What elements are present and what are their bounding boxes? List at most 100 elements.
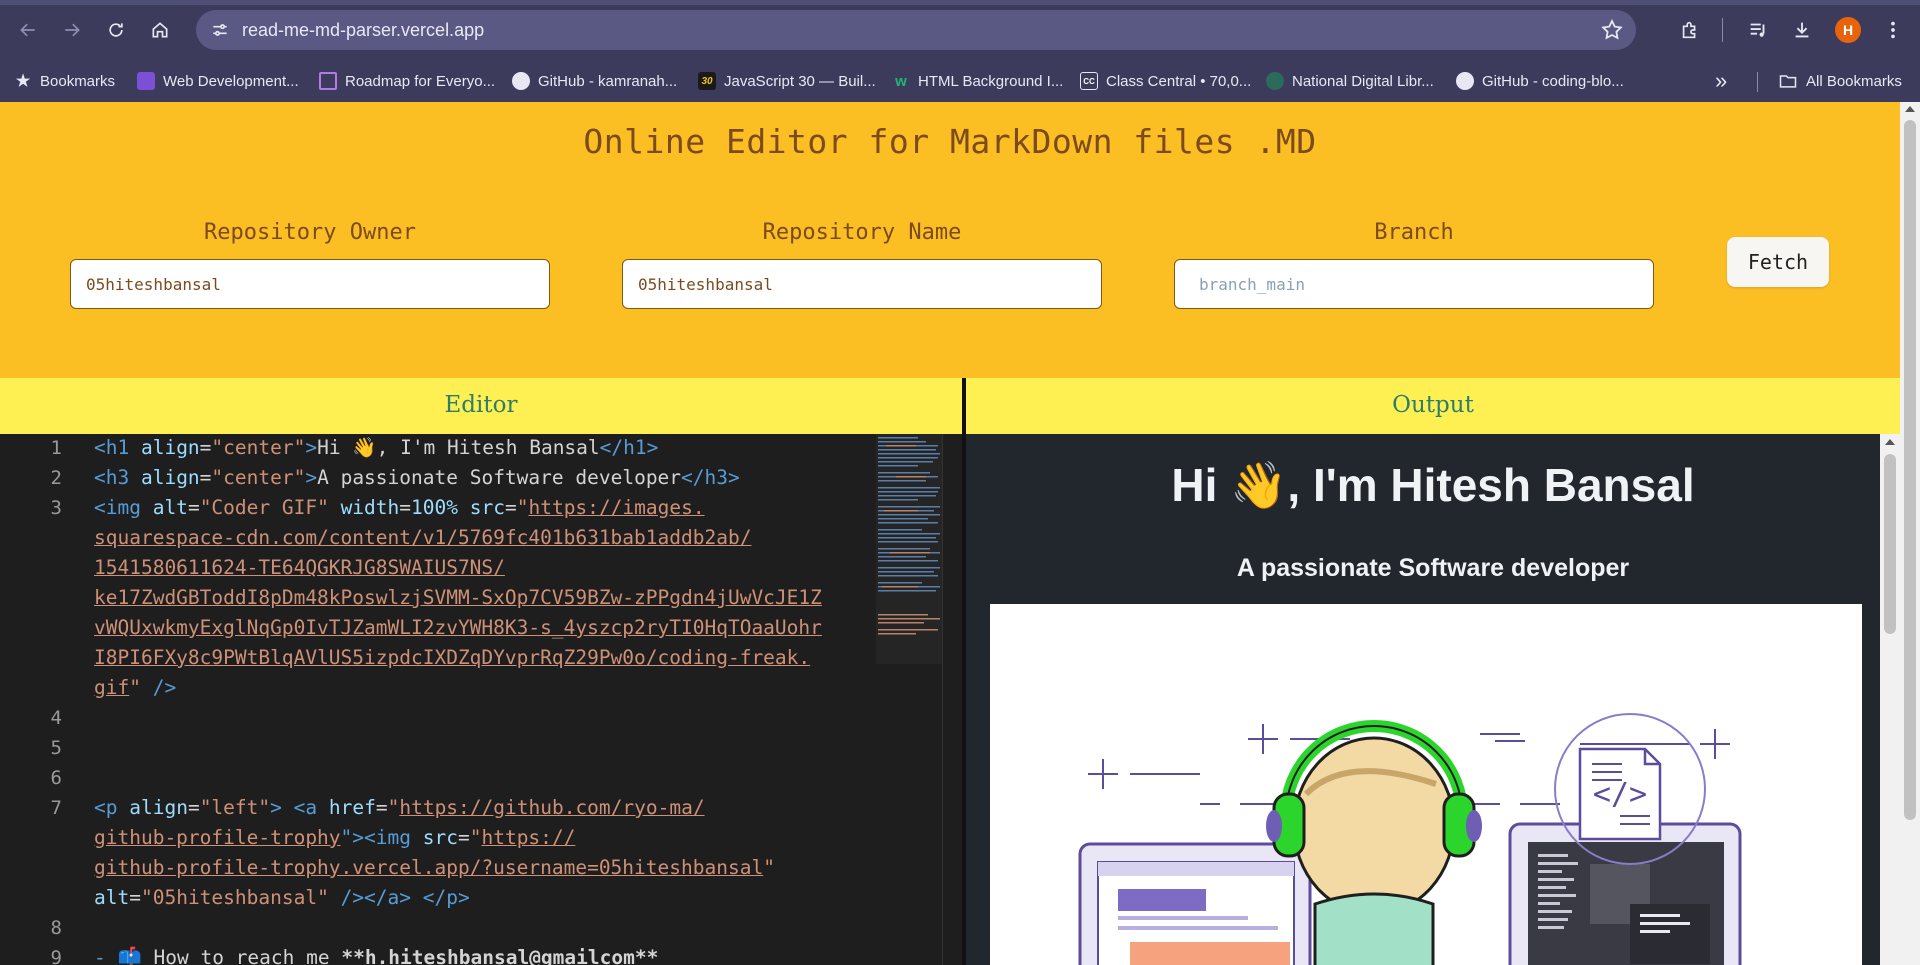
profile-avatar[interactable]: H [1835, 17, 1861, 43]
chevron-double-right-icon[interactable]: » [1715, 70, 1737, 92]
menu-button[interactable] [1879, 16, 1907, 44]
editor-panel-header: Editor [0, 378, 962, 434]
bookmark-item[interactable]: Roadmap for Everyo... [319, 68, 495, 94]
all-bookmarks-label: All Bookmarks [1806, 72, 1902, 90]
token-attr: align [140, 436, 200, 459]
extensions-button[interactable] [1676, 16, 1704, 44]
star-icon: ★ [15, 73, 31, 90]
code-line[interactable]: <h1 align="center">Hi 👋, I'm Hitesh Bans… [94, 436, 874, 459]
token-tag: <img [364, 826, 423, 849]
code-line[interactable]: - 📫 How to reach me **h.hiteshbansal@gma… [94, 946, 874, 965]
token-link[interactable]: https://github.com/ryo-ma/ [399, 796, 704, 819]
token-link[interactable]: 1541580611624-TE64QGKRJG8SWAIUS7NS/ [94, 556, 505, 579]
code-line-wrap[interactable]: I8PI6FXy8c9PWtBlqAVlUS5izpdcIXDZqDYvprRq… [94, 646, 874, 669]
line-number: 8 [50, 917, 62, 939]
code-line-wrap[interactable]: gif" /> [94, 676, 874, 699]
media-control-button[interactable] [1744, 16, 1772, 44]
token-tag: <h3 [94, 466, 141, 489]
repository-name-input[interactable] [622, 259, 1102, 309]
preview-scrollbar[interactable] [1880, 434, 1900, 965]
home-button[interactable] [142, 12, 178, 48]
bookmark-item[interactable]: National Digital Libr... [1266, 68, 1434, 94]
w-icon: w [895, 72, 907, 90]
bookmark-item[interactable]: CC Class Central • 70,0... [1080, 68, 1251, 94]
scroll-up-arrow-icon[interactable] [1885, 439, 1895, 445]
line-number: 9 [50, 947, 62, 965]
bookmark-item[interactable]: GitHub - coding-blo... [1456, 68, 1624, 94]
token-tag: <a [293, 796, 329, 819]
bookmark-item[interactable]: w HTML Background I... [892, 68, 1063, 94]
code-line-wrap[interactable]: squarespace-cdn.com/content/v1/5769fc401… [94, 526, 874, 549]
bookmark-item[interactable]: 30 JavaScript 30 — Buil... [698, 68, 876, 94]
bookmark-label: Bookmarks [40, 72, 116, 90]
token-string: "left" [199, 796, 271, 819]
line-number-gutter: 1 2 3 4 5 6 7 8 9 [0, 434, 80, 965]
branch-input[interactable] [1174, 259, 1654, 309]
token-attr: align [140, 466, 200, 489]
editor-scrollbar[interactable] [942, 434, 962, 965]
token-link[interactable]: squarespace-cdn.com/content/v1/5769fc401… [94, 526, 751, 549]
token-link[interactable]: ke17ZwdGBToddI8pDm48kPoswlzjSVMM-SxOp7CV… [94, 586, 822, 609]
bookmark-label: HTML Background I... [918, 72, 1064, 90]
token-link[interactable]: I8PI6FXy8c9PWtBlqAVlUS5izpdcIXDZqDYvprRq… [94, 646, 810, 669]
code-line[interactable]: <p align="left"> <a href="https://github… [94, 796, 874, 819]
page-scrollbar-thumb[interactable] [1904, 120, 1916, 820]
page-scrollbar[interactable] [1900, 102, 1920, 965]
folder-icon [1779, 75, 1797, 88]
token-string: "center" [211, 466, 306, 489]
code-line-wrap[interactable]: vWQUxwkmyExglNqGp0IvTJZamWLI2zvYWH8K3-s_… [94, 616, 874, 639]
code-line-wrap[interactable]: ke17ZwdGBToddI8pDm48kPoswlzjSVMM-SxOp7CV… [94, 586, 874, 609]
token-link[interactable]: vWQUxwkmyExglNqGp0IvTJZamWLI2zvYWH8K3-s_… [94, 616, 822, 639]
bookmarks-separator [1757, 72, 1758, 92]
arrow-right-icon [65, 23, 80, 37]
token-text: How to reach me [153, 946, 342, 965]
token-link[interactable]: gif [94, 676, 129, 699]
markdown-editor[interactable]: 1 2 3 4 5 6 7 8 9 <h1 align="center">Hi … [0, 434, 962, 965]
code-line-wrap[interactable]: github-profile-trophy.vercel.app/?userna… [94, 856, 874, 879]
site-info-button[interactable] [206, 16, 234, 44]
output-label: Output [1392, 392, 1474, 418]
token-quote: " [129, 676, 141, 699]
fetch-button[interactable]: Fetch [1727, 237, 1829, 287]
token-link[interactable]: https:// [481, 826, 575, 849]
all-bookmarks-button[interactable]: All Bookmarks [1778, 68, 1902, 94]
token-attr: href [328, 796, 376, 819]
repository-name-label: Repository Name [762, 220, 962, 245]
url-text[interactable]: read-me-md-parser.vercel.app [242, 20, 484, 41]
address-bar[interactable]: read-me-md-parser.vercel.app [196, 10, 1636, 50]
back-button[interactable] [10, 12, 46, 48]
token-attr: width [328, 496, 400, 519]
bookmark-label: JavaScript 30 — Buil... [724, 72, 876, 90]
code-line-wrap[interactable]: 1541580611624-TE64QGKRJG8SWAIUS7NS/ [94, 556, 874, 579]
code-line-wrap[interactable]: github-profile-trophy"><img src="https:/… [94, 826, 874, 849]
line-number: 4 [50, 707, 62, 729]
bookmark-star-icon[interactable] [1600, 18, 1624, 42]
coder-gif-image: </> [990, 604, 1862, 965]
scroll-up-arrow-icon[interactable] [1905, 106, 1915, 112]
markdown-preview: Hi 👋, I'm Hitesh Bansal A passionate Sof… [966, 434, 1900, 965]
bookmark-item[interactable]: Web Development... [137, 68, 299, 94]
token-quote: " [469, 826, 482, 849]
token-eq: = [375, 796, 388, 819]
token-link[interactable]: https://images. [528, 496, 704, 519]
downloads-button[interactable] [1788, 16, 1816, 44]
token-eq: = [399, 496, 412, 519]
code-line[interactable]: <h3 align="center">A passionate Software… [94, 466, 874, 489]
editor-minimap[interactable] [876, 434, 942, 664]
preview-scrollbar-thumb[interactable] [1884, 454, 1896, 634]
output-panel-header: Output [966, 378, 1900, 434]
token-eq: = [129, 886, 141, 909]
bookmark-item[interactable]: ★ Bookmarks [14, 68, 115, 94]
code-line-wrap[interactable]: alt="05hiteshbansal" /></a> </p> [94, 886, 874, 909]
token-link[interactable]: github-profile-trophy.vercel.app/?userna… [94, 856, 763, 879]
forward-button[interactable] [54, 12, 90, 48]
code-line[interactable]: <img alt="Coder GIF" width=100% src="htt… [94, 496, 874, 519]
repository-owner-input[interactable] [70, 259, 550, 309]
toolbar-separator [1722, 18, 1723, 42]
bookmark-item[interactable]: GitHub - kamranah... [512, 68, 677, 94]
token-link[interactable]: github-profile-trophy [94, 826, 341, 849]
coder-illustration: </> [1078, 713, 1742, 965]
bookmark-label: Web Development... [163, 72, 299, 90]
reload-button[interactable] [98, 12, 134, 48]
